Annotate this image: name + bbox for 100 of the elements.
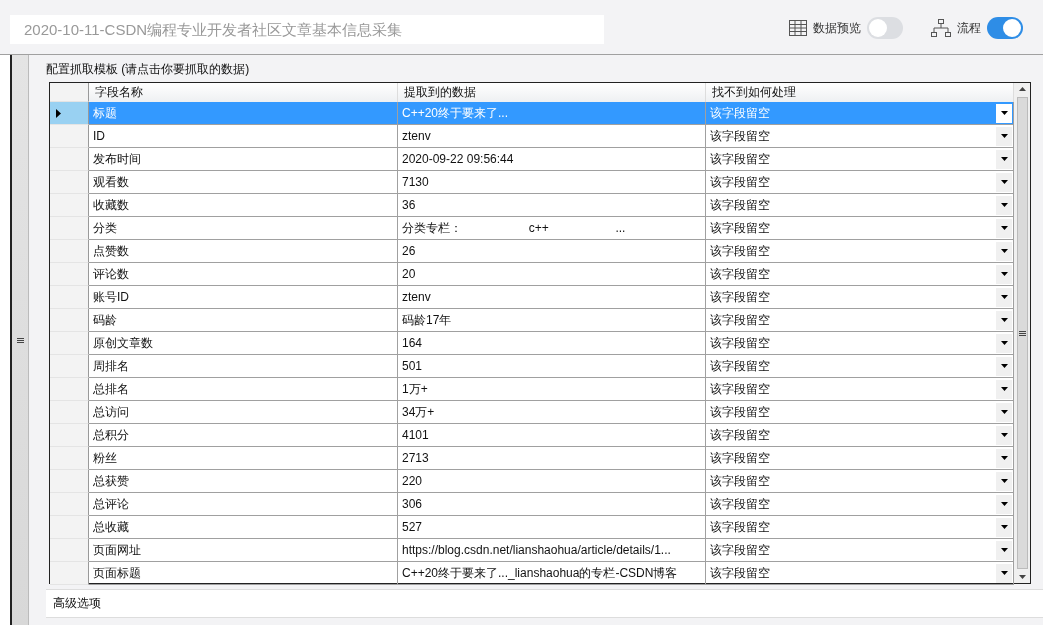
action-dropdown[interactable]: 该字段留空 [706,401,1014,424]
caret-icon [996,126,1012,146]
table-cell: 总积分 [89,424,398,447]
caret-icon [996,563,1012,583]
caret-icon [996,425,1012,445]
table-cell: 220 [398,470,706,493]
action-dropdown[interactable]: 该字段留空 [706,217,1014,240]
action-dropdown[interactable]: 该字段留空 [706,148,1014,171]
grip-icon [16,337,24,343]
scroll-thumb[interactable] [1016,97,1028,569]
advanced-options-header[interactable]: 高级选项 [46,589,1043,618]
table-cell: 2020-09-22 09:56:44 [398,148,706,171]
caret-icon [996,103,1012,123]
scroll-down-icon[interactable] [1018,575,1026,579]
caret-icon [996,218,1012,238]
action-dropdown[interactable]: 该字段留空 [706,447,1014,470]
table-cell: 20 [398,263,706,286]
caret-icon [996,356,1012,376]
table-cell: 总收藏 [89,516,398,539]
table-cell: 页面标题 [89,562,398,585]
table-cell: 总评论 [89,493,398,516]
caret-icon [996,310,1012,330]
scroll-up-icon[interactable] [1018,87,1026,91]
table-cell: 评论数 [89,263,398,286]
table-icon [789,20,807,36]
table-cell: 总排名 [89,378,398,401]
table-cell: 2713 [398,447,706,470]
grip-icon [1018,330,1026,336]
table-cell: 总访问 [89,401,398,424]
table-cell: 码龄17年 [398,309,706,332]
toggle-label: 流程 [957,19,981,37]
table-cell: 观看数 [89,171,398,194]
table-cell: https://blog.csdn.net/lianshaohua/article/details/1... [398,539,706,562]
table-cell: 原创文章数 [89,332,398,355]
caret-icon [996,264,1012,284]
scrollbar[interactable] [1014,83,1030,583]
table-cell: C++20终于要来了... [398,102,706,125]
row-pointer-icon [56,108,61,118]
table-cell: 周排名 [89,355,398,378]
caret-icon [996,333,1012,353]
table-cell: 码龄 [89,309,398,332]
table-cell: ID [89,125,398,148]
caret-icon [996,540,1012,560]
caret-icon [996,241,1012,261]
caret-icon [996,287,1012,307]
table-cell: 306 [398,493,706,516]
toggle-switch[interactable] [987,17,1023,39]
action-dropdown[interactable]: 该字段留空 [706,470,1014,493]
table-cell: 分类 [89,217,398,240]
table-cell: 标题 [89,102,398,125]
action-dropdown[interactable]: 该字段留空 [706,355,1014,378]
section-label: 配置抓取模板 (请点击你要抓取的数据) [46,61,251,78]
table-cell: C++20终于要来了..._lianshaohua的专栏-CSDN博客 [398,562,706,585]
table-cell: 26 [398,240,706,263]
table-cell: 粉丝 [89,447,398,470]
toggle-label: 数据预览 [813,19,861,37]
table-cell: 账号ID [89,286,398,309]
table-cell: 分类专栏： c++ ... [398,217,706,240]
action-dropdown[interactable]: 该字段留空 [706,378,1014,401]
table-cell: 4101 [398,424,706,447]
caret-icon [996,149,1012,169]
caret-icon [996,517,1012,537]
action-dropdown[interactable]: 该字段留空 [706,125,1014,148]
flowchart-icon [931,19,951,37]
action-dropdown[interactable]: 该字段留空 [706,240,1014,263]
action-dropdown[interactable]: 该字段留空 [706,424,1014,447]
caret-icon [996,448,1012,468]
table-cell: 点赞数 [89,240,398,263]
table-cell: 36 [398,194,706,217]
action-dropdown[interactable]: 该字段留空 [706,332,1014,355]
row-header[interactable] [50,102,89,125]
caret-icon [996,379,1012,399]
action-dropdown[interactable]: 该字段留空 [706,171,1014,194]
table-cell: 页面网址 [89,539,398,562]
action-dropdown[interactable]: 该字段留空 [706,194,1014,217]
splitter-bar[interactable] [12,55,29,625]
caret-icon [996,494,1012,514]
table-cell: 发布时间 [89,148,398,171]
action-dropdown[interactable]: 该字段留空 [706,286,1014,309]
action-dropdown[interactable]: 该字段留空 [706,309,1014,332]
table-cell: 34万+ [398,401,706,424]
caret-icon [996,471,1012,491]
caret-icon [996,172,1012,192]
table-cell: ztenv [398,286,706,309]
action-dropdown[interactable]: 该字段留空 [706,263,1014,286]
toggle-switch[interactable] [867,17,903,39]
table-cell: 7130 [398,171,706,194]
table-cell: 1万+ [398,378,706,401]
action-dropdown[interactable]: 该字段留空 [706,516,1014,539]
action-dropdown[interactable]: 该字段留空 [706,493,1014,516]
caret-icon [996,402,1012,422]
table-cell: 527 [398,516,706,539]
table-cell: 501 [398,355,706,378]
action-dropdown[interactable]: 该字段留空 [706,562,1014,585]
table-cell: 收藏数 [89,194,398,217]
table-cell: ztenv [398,125,706,148]
table-cell: 164 [398,332,706,355]
table-cell: 总获赞 [89,470,398,493]
caret-icon [996,195,1012,215]
action-dropdown[interactable]: 该字段留空 [706,539,1014,562]
